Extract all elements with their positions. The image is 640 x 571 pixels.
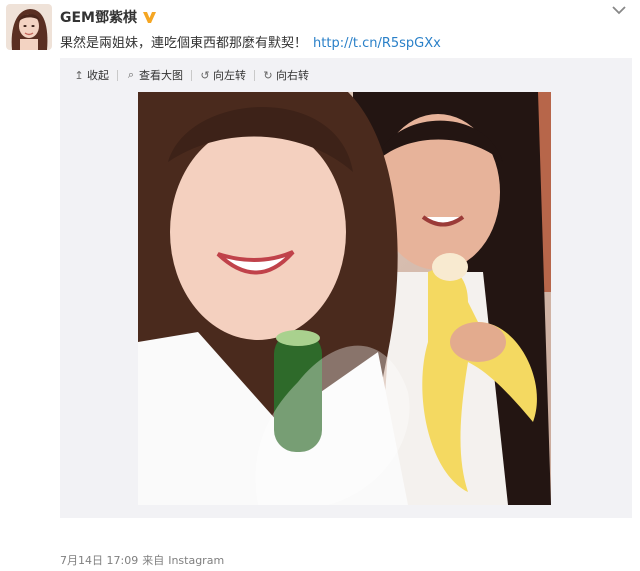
rotate-left-label: 向左转 <box>213 69 246 82</box>
view-large-label: 查看大图 <box>139 69 183 82</box>
rotate-left-icon: ↺ <box>200 68 210 82</box>
from-label: 来自 <box>142 554 165 567</box>
media-box: ↥ 收起 ⌕ 查看大图 ↺ 向左转 ↻ 向右转 <box>60 58 632 518</box>
toolbar-divider <box>191 69 192 81</box>
collapse-arrow-icon: ↥ <box>74 68 84 82</box>
collapse-button[interactable]: ↥ 收起 <box>74 67 117 83</box>
collapse-label: 收起 <box>87 69 109 82</box>
toolbar-divider <box>254 69 255 81</box>
post-body: 果然是兩姐妹，連吃個東西都那麼有默契！ <box>60 36 308 51</box>
rotate-right-button[interactable]: ↻ 向右转 <box>263 67 317 83</box>
post-source[interactable]: Instagram <box>168 554 224 567</box>
rotate-right-icon: ↻ <box>263 68 273 82</box>
rotate-right-label: 向右转 <box>276 69 309 82</box>
username-text[interactable]: GEM鄧紫棋 <box>60 7 137 27</box>
view-large-button[interactable]: ⌕ 查看大图 <box>126 67 191 83</box>
media-toolbar: ↥ 收起 ⌕ 查看大图 ↺ 向左转 ↻ 向右转 <box>74 66 317 84</box>
post-photo[interactable] <box>138 92 551 505</box>
selfie-photo-image <box>138 92 551 505</box>
chevron-down-icon[interactable] <box>612 5 626 15</box>
post-link[interactable]: http://t.cn/R5spGXx <box>313 36 441 51</box>
avatar[interactable] <box>6 4 52 50</box>
toolbar-divider <box>117 69 118 81</box>
post-text: 果然是兩姐妹，連吃個東西都那麼有默契！ http://t.cn/R5spGXx <box>60 32 441 51</box>
verified-v-icon <box>143 11 156 23</box>
username[interactable]: GEM鄧紫棋 <box>60 7 157 27</box>
magnifier-icon: ⌕ <box>127 68 135 81</box>
post-meta: 7月14日 17:09 来自 Instagram <box>60 552 228 568</box>
avatar-image <box>6 4 52 50</box>
post-date[interactable]: 7月14日 17:09 <box>60 554 138 567</box>
rotate-left-button[interactable]: ↺ 向左转 <box>200 67 254 83</box>
